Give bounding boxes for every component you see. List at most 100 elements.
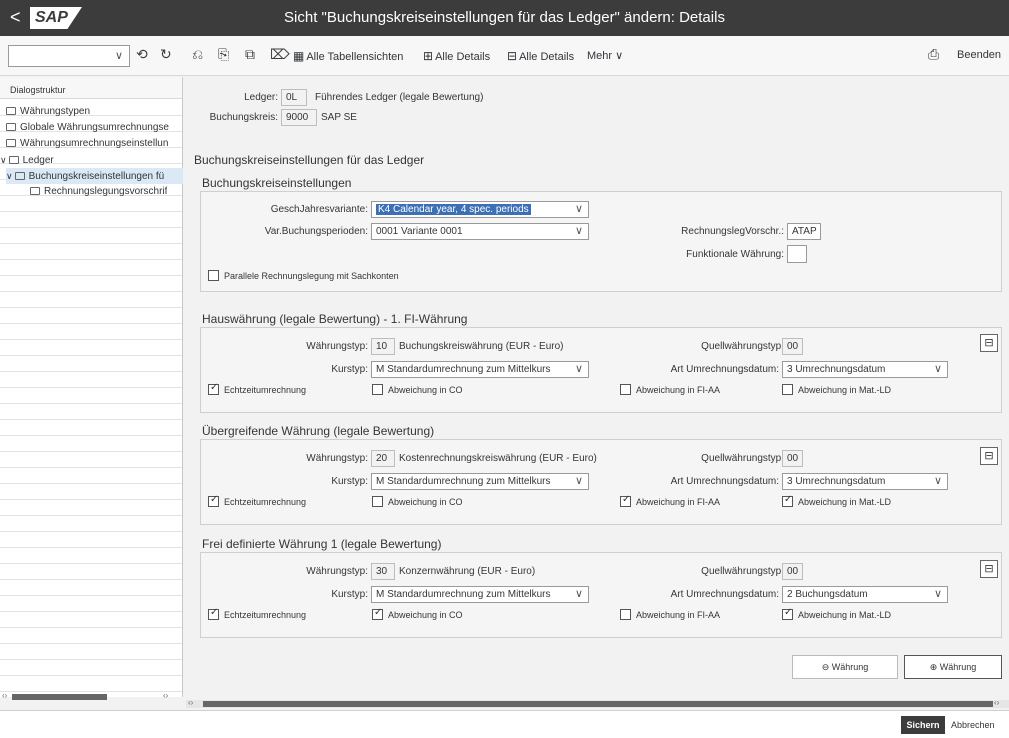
all-table-views-button[interactable]: ▦ Alle Tabellensichten xyxy=(293,49,403,63)
scroll-right-icon[interactable]: ‹› xyxy=(994,698,999,707)
chevron-down-icon[interactable]: ∨ xyxy=(115,49,123,62)
collapse-all-icon: ⊟ xyxy=(507,49,518,63)
translation-date-type-select[interactable]: 3 Umrechnungsdatum ∨ xyxy=(782,473,948,490)
chevron-down-icon[interactable]: ∨ xyxy=(934,587,942,602)
tree-item-umrechnungseinstellungen[interactable]: Währungsumrechnungseinstellun xyxy=(6,136,168,152)
scroll-left-icon[interactable]: ‹› xyxy=(2,691,7,700)
add-currency-button[interactable]: ⊕ Währung xyxy=(904,655,1002,679)
tree-item-waehrungstypen[interactable]: Währungstypen xyxy=(6,104,90,120)
details-icon[interactable]: ⊟ xyxy=(980,560,998,578)
tree-horizontal-scrollbar[interactable]: ‹› ‹› xyxy=(0,691,183,701)
table-views-icon: ▦ xyxy=(293,49,305,63)
details-icon[interactable]: ⊟ xyxy=(980,334,998,352)
deviation-matld-checkbox[interactable]: Abweichung in Mat.-LD xyxy=(782,494,892,507)
chevron-down-icon[interactable]: ∨ xyxy=(575,224,583,239)
exit-button[interactable]: Beenden xyxy=(957,49,1001,61)
dialog-structure-header: Dialogstruktur xyxy=(0,77,182,99)
exchange-rate-type-select[interactable]: M Standardumrechnung zum Mittelkurs ∨ xyxy=(371,586,589,603)
remove-currency-button[interactable]: ⊖ Währung xyxy=(792,655,898,679)
scroll-right-icon[interactable]: ‹› xyxy=(163,691,168,700)
details-icon[interactable]: ⊟ xyxy=(980,447,998,465)
tree-item-label: Ledger xyxy=(22,155,54,166)
all-details-button-2[interactable]: ⊟ Alle Details xyxy=(507,49,574,63)
chevron-down-icon[interactable]: ∨ xyxy=(934,474,942,489)
folder-icon xyxy=(6,139,16,147)
source-currency-type-field: 00 xyxy=(782,338,803,355)
deviation-co-checkbox[interactable]: Abweichung in CO xyxy=(372,496,463,507)
tree-item-globale-umrechnung[interactable]: Globale Währungsumrechnungse xyxy=(6,120,169,136)
checkbox-box[interactable] xyxy=(620,384,631,395)
main-horizontal-scrollbar[interactable]: ‹› ‹› xyxy=(186,698,1009,708)
checkbox-box[interactable] xyxy=(208,607,219,620)
functional-currency-field[interactable] xyxy=(787,245,807,263)
deviation-co-checkbox[interactable]: Abweichung in CO xyxy=(372,607,463,620)
checkbox-box[interactable] xyxy=(372,496,383,507)
accounting-principle-field[interactable]: ATAP xyxy=(787,223,821,240)
checkbox-box[interactable] xyxy=(782,494,793,507)
more-menu[interactable]: Mehr ∨ xyxy=(587,49,623,62)
save-button[interactable]: Sichern xyxy=(901,716,945,734)
chevron-down-icon[interactable]: ∨ xyxy=(6,171,13,181)
delete-icon[interactable]: ⌦ xyxy=(270,46,290,63)
checkbox-box[interactable] xyxy=(208,270,219,281)
currency-section-title: Frei definierte Währung 1 (legale Bewert… xyxy=(202,537,442,551)
all-details-button-1[interactable]: ⊞ Alle Details xyxy=(423,49,490,63)
chevron-down-icon[interactable]: ∨ xyxy=(575,587,583,602)
checkbox-box[interactable] xyxy=(620,494,631,507)
translation-date-type-select[interactable]: 2 Buchungsdatum ∨ xyxy=(782,586,948,603)
source-currency-type-label: Quellwährungstyp: xyxy=(701,566,784,577)
tree-item-label: Währungstypen xyxy=(20,106,91,117)
remove-currency-label: Währung xyxy=(831,662,869,672)
fiscal-year-variant-select[interactable]: K4 Calendar year, 4 spec. periods ∨ xyxy=(371,201,589,218)
chevron-down-icon[interactable]: ∨ xyxy=(0,155,7,165)
parallel-accounting-checkbox[interactable]: Parallele Rechnungslegung mit Sachkonten xyxy=(208,270,399,281)
chevron-down-icon[interactable]: ∨ xyxy=(575,202,583,217)
exchange-rate-type-select[interactable]: M Standardumrechnung zum Mittelkurs ∨ xyxy=(371,361,589,378)
realtime-conversion-checkbox[interactable]: Echtzeitumrechnung xyxy=(208,607,306,620)
expand-all-icon: ⊞ xyxy=(423,49,434,63)
minus-circle-icon: ⊖ xyxy=(821,662,830,672)
scroll-left-icon[interactable]: ‹› xyxy=(188,698,193,707)
realtime-conversion-checkbox[interactable]: Echtzeitumrechnung xyxy=(208,382,306,395)
scrollbar-thumb[interactable] xyxy=(12,694,107,700)
main-section-title: Buchungskreiseinstellungen für das Ledge… xyxy=(194,153,425,167)
deviation-matld-checkbox[interactable]: Abweichung in Mat.-LD xyxy=(782,607,891,620)
chevron-down-icon[interactable]: ∨ xyxy=(934,362,942,377)
checkbox-box[interactable] xyxy=(620,609,631,620)
tree-item-ledger[interactable]: ∨ Ledger xyxy=(0,152,54,168)
copy-icon[interactable]: ⧉ xyxy=(245,46,255,63)
tree-item-buchungskreiseinstellungen[interactable]: ∨ Buchungskreiseinstellungen fü xyxy=(6,168,183,184)
fiscal-year-variant-value: K4 Calendar year, 4 spec. periods xyxy=(376,204,531,215)
chevron-down-icon[interactable]: ∨ xyxy=(575,474,583,489)
print-icon[interactable]: ⎙ xyxy=(928,46,939,63)
tree-item-label: Buchungskreiseinstellungen fü xyxy=(28,171,165,182)
chevron-down-icon[interactable]: ∨ xyxy=(575,362,583,377)
cancel-button[interactable]: Abbrechen xyxy=(951,720,995,730)
other-view-icon[interactable]: ↻ xyxy=(160,46,172,63)
undo-icon[interactable]: ⎘ xyxy=(218,46,229,63)
checkbox-label: Echtzeitumrechnung xyxy=(224,497,307,507)
deviation-fiaa-checkbox[interactable]: Abweichung in FI-AA xyxy=(620,384,720,395)
back-icon[interactable]: ⎌ xyxy=(192,46,203,63)
checkbox-box[interactable] xyxy=(372,607,383,620)
realtime-conversion-checkbox[interactable]: Echtzeitumrechnung xyxy=(208,494,307,507)
posting-period-variant-select[interactable]: 0001 Variante 0001 ∨ xyxy=(371,223,589,240)
currency-type-label: Währungstyp: xyxy=(306,566,368,577)
exchange-rate-type-select[interactable]: M Standardumrechnung zum Mittelkurs ∨ xyxy=(371,473,589,490)
checkbox-box[interactable] xyxy=(208,494,219,507)
deviation-fiaa-checkbox[interactable]: Abweichung in FI-AA xyxy=(620,494,720,507)
checkbox-label: Abweichung in Mat.-LD xyxy=(798,497,892,507)
checkbox-box[interactable] xyxy=(372,384,383,395)
deviation-matld-checkbox[interactable]: Abweichung in Mat.-LD xyxy=(782,384,891,395)
checkbox-box[interactable] xyxy=(208,382,219,395)
checkbox-box[interactable] xyxy=(782,607,793,620)
deviation-co-checkbox[interactable]: Abweichung in CO xyxy=(372,384,463,395)
tree-item-rechnungslegungsvorschrift[interactable]: Rechnungslegungsvorschrif xyxy=(30,184,167,200)
display-change-icon[interactable]: ⟲ xyxy=(136,46,148,63)
scrollbar-thumb[interactable] xyxy=(203,701,993,707)
translation-date-type-select[interactable]: 3 Umrechnungsdatum ∨ xyxy=(782,361,948,378)
command-field[interactable]: ∨ xyxy=(8,45,130,67)
deviation-fiaa-checkbox[interactable]: Abweichung in FI-AA xyxy=(620,609,720,620)
checkbox-box[interactable] xyxy=(782,384,793,395)
all-table-views-label: Alle Tabellensichten xyxy=(306,51,404,63)
